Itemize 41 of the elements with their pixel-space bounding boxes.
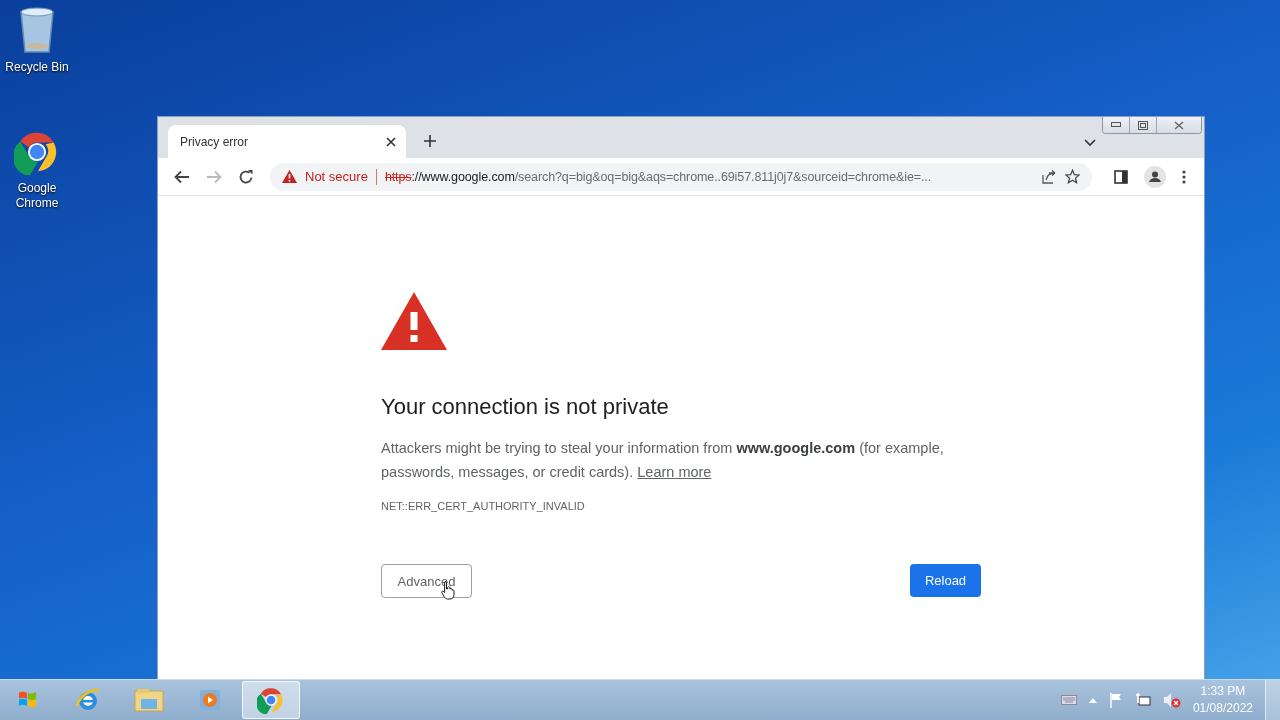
- reload-button[interactable]: Reload: [910, 564, 981, 597]
- warning-icon: [282, 170, 297, 183]
- advanced-button[interactable]: Advanced: [381, 564, 472, 598]
- warning-icon: [381, 292, 447, 350]
- maximize-button[interactable]: [1129, 117, 1156, 133]
- address-bar[interactable]: Not secure https://www.google.com/search?q=big&oq=big&aqs=chrome..69i57.811j0j7&sourceid=chrome&ie=...: [270, 162, 1092, 191]
- taskbar-button[interactable]: [242, 681, 300, 719]
- close-icon: [1174, 120, 1184, 130]
- minimize-icon: [1111, 122, 1121, 128]
- share-icon[interactable]: [1041, 169, 1057, 184]
- network-icon[interactable]: [1134, 692, 1151, 708]
- folder-icon: [133, 686, 165, 714]
- error-code: NET::ERR_CERT_AUTHORITY_INVALID: [381, 500, 585, 512]
- clock-date: 01/08/2022: [1192, 700, 1253, 717]
- security-label[interactable]: Not secure: [305, 169, 368, 184]
- reload-icon[interactable]: [238, 168, 254, 185]
- browser-tab[interactable]: Privacy error: [168, 125, 406, 158]
- close-icon[interactable]: [386, 136, 396, 147]
- tab-title: Privacy error: [180, 134, 248, 149]
- clock-time: 1:33 PM: [1200, 683, 1246, 700]
- chevron-down-icon[interactable]: [1084, 139, 1096, 147]
- warning-message: Attackers might be trying to steal your information from www.google.com (for example, passwords, messages, or credit cards). Learn more: [381, 439, 945, 482]
- maximize-icon: [1138, 120, 1148, 130]
- back-icon[interactable]: [174, 168, 190, 185]
- chrome-logo-icon: [257, 686, 285, 714]
- minimize-button[interactable]: [1103, 117, 1129, 133]
- url-text: https://www.google.com/search?q=big&oq=big&aqs=chrome..69i57.811j0j7&sourceid=chrome&ie=...: [384, 169, 933, 184]
- menu-icon[interactable]: [1182, 169, 1186, 184]
- muted-speaker-icon[interactable]: [1162, 692, 1181, 708]
- star-icon[interactable]: [1065, 169, 1080, 184]
- desktop-icon-label[interactable]: Google Chrome: [2, 181, 72, 211]
- keyboard-icon[interactable]: [1060, 695, 1077, 705]
- new-tab-icon[interactable]: [424, 135, 436, 147]
- error-heading: Your connection is not private: [381, 394, 669, 420]
- profile-icon[interactable]: [1144, 165, 1166, 188]
- close-button[interactable]: [1156, 117, 1201, 133]
- desktop-icon-label[interactable]: Recycle Bin: [2, 60, 72, 75]
- learn-more-link[interactable]: Learn more: [637, 464, 712, 480]
- recycle-bin-icon[interactable]: [17, 6, 57, 54]
- side-panel-icon[interactable]: [1114, 169, 1128, 184]
- play-icon: [197, 687, 223, 713]
